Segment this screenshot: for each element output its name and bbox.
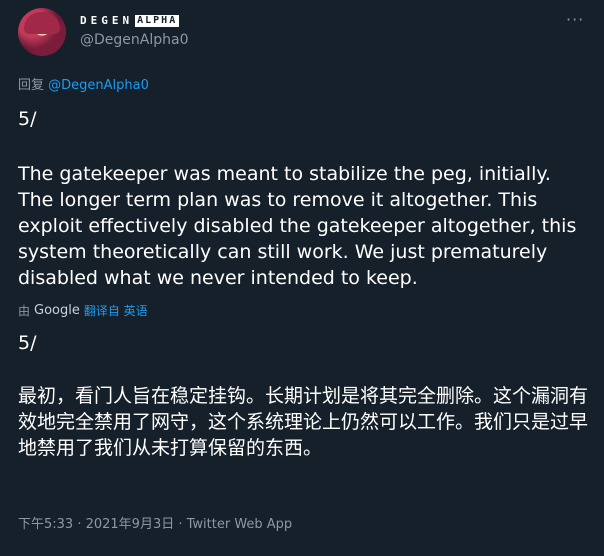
- translation-attribution: 由 Google 翻译自 英语: [18, 302, 148, 319]
- google-logo: Google: [34, 303, 80, 318]
- translation-by: 由: [18, 304, 31, 318]
- translated-number: 5/: [18, 332, 37, 354]
- reply-context: 回复 @DegenAlpha0: [18, 74, 149, 93]
- tweet-english-text: The gatekeeper was meant to stabilize th…: [18, 163, 577, 289]
- avatar-hair: [24, 12, 60, 34]
- display-name-boxed: ALPHA: [135, 14, 180, 27]
- more-horizontal-icon[interactable]: ···: [566, 10, 584, 29]
- translated-from-link[interactable]: 翻译自 英语: [84, 302, 148, 319]
- user-handle[interactable]: @DegenAlpha0: [80, 32, 188, 48]
- avatar[interactable]: [18, 8, 66, 56]
- tweet-number: 5/: [18, 108, 37, 130]
- tweet-card: DEGEN ALPHA @DegenAlpha0 ··· 回复 @DegenAl…: [0, 0, 604, 556]
- display-name[interactable]: DEGEN ALPHA: [80, 14, 180, 27]
- reply-mention-link[interactable]: @DegenAlpha0: [48, 78, 149, 93]
- display-name-word: DEGEN: [80, 14, 134, 27]
- reply-prefix: 回复: [18, 78, 49, 93]
- tweet-timestamp-source[interactable]: 下午5:33 · 2021年9月3日 · Twitter Web App: [18, 513, 292, 532]
- tweet-chinese-text: 最初，看门人旨在稳定挂钩。长期计划是将其完全删除。这个漏洞有效地完全禁用了网守，…: [18, 385, 589, 459]
